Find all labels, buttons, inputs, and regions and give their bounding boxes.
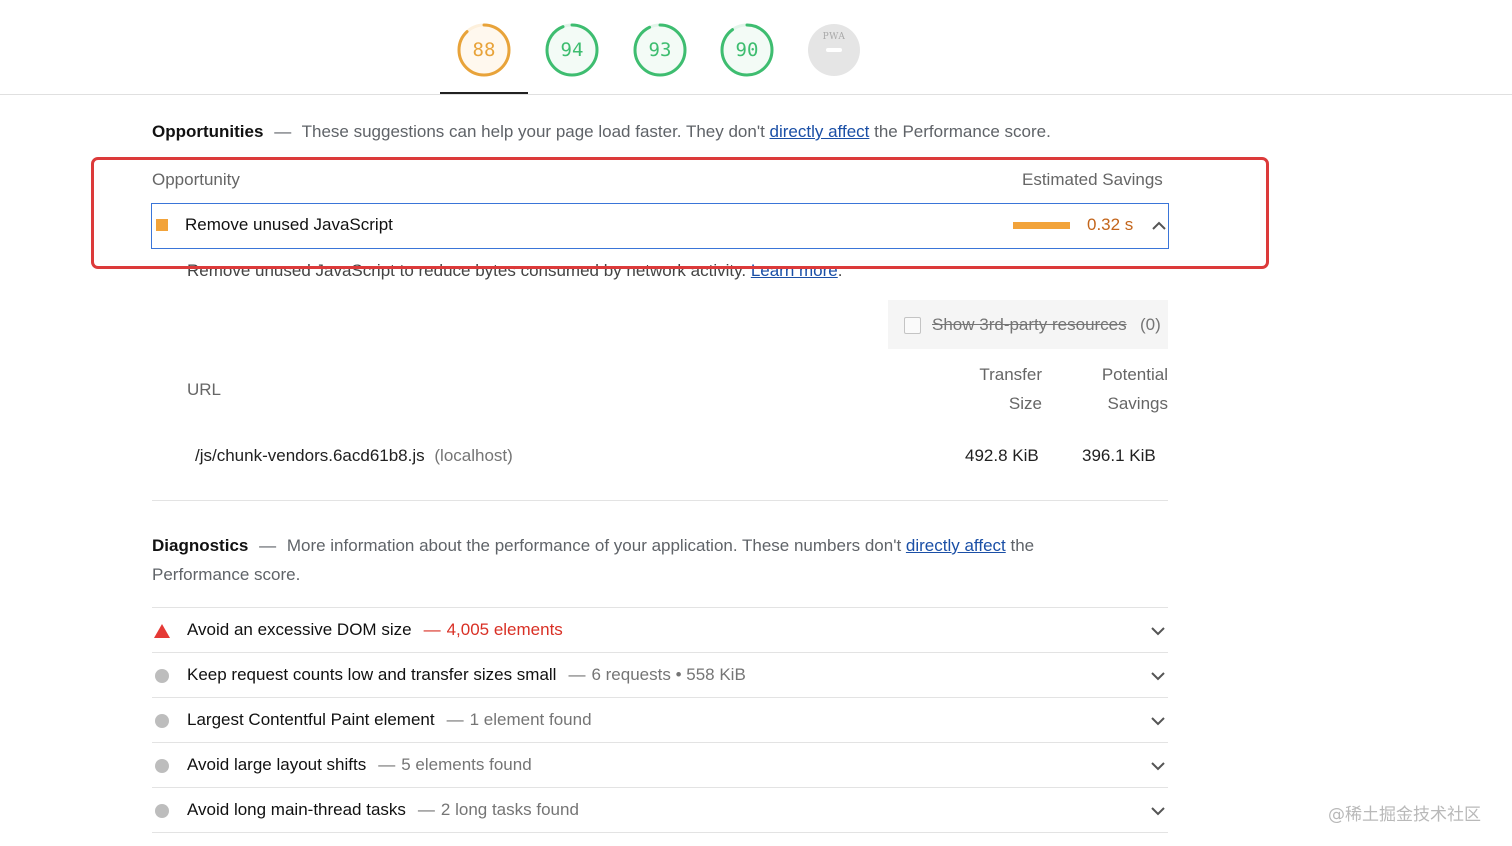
score-header: 88 94 93 90 PWA: [0, 0, 1512, 95]
pwa-label: PWA: [822, 32, 846, 42]
diagnostic-title: Keep request counts low and transfer siz…: [187, 665, 746, 685]
score-gauge-pwa[interactable]: PWA: [806, 22, 862, 78]
chevron-down-icon[interactable]: [1148, 621, 1168, 641]
resource-url: /js/chunk-vendors.6acd61b8.js (localhost…: [195, 446, 513, 466]
diagnostic-row-dom-size[interactable]: Avoid an excessive DOM size — 4,005 elemen…: [152, 608, 1168, 653]
resource-path: /js/chunk-vendors.6acd61b8.js: [195, 446, 425, 465]
section-title: Opportunities: [152, 122, 264, 141]
chevron-down-icon[interactable]: [1148, 711, 1168, 731]
directly-affect-link[interactable]: directly affect: [906, 536, 1006, 555]
annotation-highlight-box: [91, 157, 1269, 269]
diagnostic-value: 6 requests • 558 KiB: [591, 665, 746, 684]
transfer-line-1: Transfer: [979, 365, 1042, 384]
diagnostic-value: 4,005 elements: [446, 620, 563, 639]
diagnostic-row-long-tasks[interactable]: Avoid long main-thread tasks — 2 long task…: [152, 788, 1168, 833]
third-party-label: Show 3rd-party resources: [932, 315, 1127, 334]
score-gauge-seo[interactable]: 90: [719, 22, 775, 78]
warning-triangle-icon: [154, 624, 170, 638]
diagnostic-label: Avoid large layout shifts: [187, 755, 367, 774]
diagnostic-row-request-counts[interactable]: Keep request counts low and transfer siz…: [152, 653, 1168, 698]
score-value: 94: [560, 39, 584, 61]
chevron-down-icon[interactable]: [1148, 666, 1168, 686]
third-party-checkbox[interactable]: [904, 317, 921, 334]
resource-potential-savings: 396.1 KiB: [1082, 446, 1156, 465]
info-dot-icon: [155, 669, 169, 683]
diagnostic-sep: —: [423, 620, 441, 639]
resource-transfer-size: 492.8 KiB: [965, 446, 1039, 465]
diagnostic-title: Avoid large layout shifts — 5 elements fou…: [187, 755, 532, 775]
score-gauge-performance[interactable]: 88: [456, 22, 512, 78]
diagnostic-value: 5 elements found: [401, 755, 532, 774]
diagnostic-label: Largest Contentful Paint element: [187, 710, 435, 729]
column-header-url: URL: [187, 380, 222, 399]
diagnostic-title: Avoid long main-thread tasks — 2 long task…: [187, 800, 579, 820]
watermark-text: @稀土掘金技术社区: [1328, 805, 1481, 825]
third-party-filter[interactable]: Show 3rd-party resources (0): [888, 300, 1168, 349]
pwa-dash-icon: [826, 48, 842, 52]
section-dash: —: [259, 536, 277, 555]
column-header-transfer-size: Transfer Size: [962, 360, 1042, 418]
score-gauge-best-practices[interactable]: 93: [632, 22, 688, 78]
chevron-down-icon[interactable]: [1148, 756, 1168, 776]
potential-line-1: Potential: [1101, 365, 1168, 384]
diagnostic-label: Keep request counts low and transfer siz…: [187, 665, 557, 684]
diagnostic-title: Largest Contentful Paint element — 1 eleme…: [187, 710, 592, 730]
diagnostic-sep: —: [446, 710, 464, 729]
info-dot-icon: [155, 759, 169, 773]
score-gauge-accessibility[interactable]: 94: [544, 22, 600, 78]
active-tab-underline: [440, 92, 528, 94]
diagnostic-value: 1 element found: [469, 710, 592, 729]
directly-affect-link[interactable]: directly affect: [770, 122, 870, 141]
diagnostic-row-layout-shifts[interactable]: Avoid large layout shifts — 5 elements fou…: [152, 743, 1168, 788]
score-value: 93: [648, 39, 672, 61]
score-value: 88: [472, 39, 496, 61]
diagnostic-title: Avoid an excessive DOM size — 4,005 elemen…: [187, 620, 563, 640]
section-description-end: the: [1010, 536, 1035, 555]
potential-line-2: Savings: [1107, 394, 1168, 413]
diagnostics-header: Diagnostics — More information about the…: [152, 531, 1112, 589]
diagnostic-label: Avoid an excessive DOM size: [187, 620, 412, 639]
third-party-count: (0): [1140, 315, 1161, 334]
section-description-line2: Performance score.: [152, 565, 301, 584]
diagnostic-row-lcp-element[interactable]: Largest Contentful Paint element — 1 eleme…: [152, 698, 1168, 743]
diagnostic-sep: —: [378, 755, 396, 774]
diagnostic-sep: —: [417, 800, 435, 819]
diagnostic-sep: —: [568, 665, 586, 684]
column-header-potential-savings: Potential Savings: [1078, 360, 1168, 418]
section-divider: [152, 500, 1168, 501]
opportunities-header: Opportunities — These suggestions can he…: [152, 117, 1051, 146]
section-description: More information about the performance o…: [286, 536, 902, 555]
resource-host: (localhost): [434, 446, 513, 465]
chevron-down-icon[interactable]: [1148, 801, 1168, 821]
info-dot-icon: [155, 714, 169, 728]
section-description-end: the Performance score.: [874, 122, 1051, 141]
transfer-line-2: Size: [1008, 394, 1042, 413]
info-dot-icon: [155, 804, 169, 818]
score-value: 90: [735, 39, 759, 61]
section-description: These suggestions can help your page loa…: [301, 122, 765, 141]
section-title: Diagnostics: [152, 536, 249, 555]
diagnostic-value: 2 long tasks found: [440, 800, 579, 819]
diagnostic-label: Avoid long main-thread tasks: [187, 800, 406, 819]
section-dash: —: [274, 122, 292, 141]
